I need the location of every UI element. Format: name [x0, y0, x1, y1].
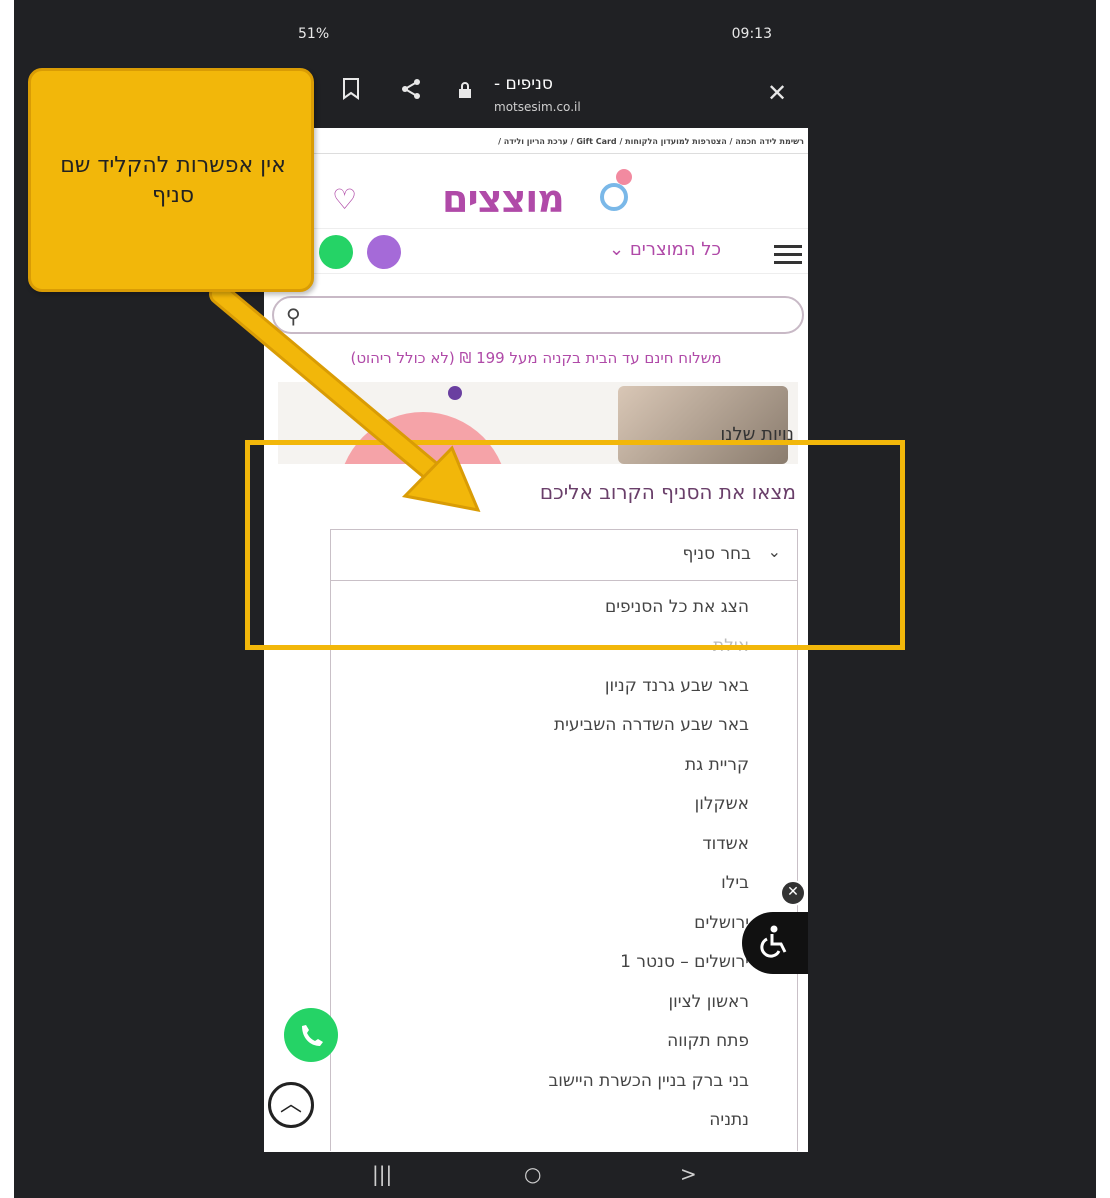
branch-option[interactable]: ראשון לציון — [331, 983, 797, 1023]
back-icon[interactable]: > — [680, 1162, 697, 1186]
search-input[interactable]: ⚲ — [272, 296, 804, 334]
lock-icon — [450, 78, 480, 108]
site-header: ♡ מוצצים — [264, 155, 808, 225]
callout-text: אין אפשרות להקליד שם סניף — [60, 153, 286, 208]
wheelchair-icon — [760, 925, 787, 958]
shipping-notice: משלוח חינם עד הבית בקניה מעל 199 ₪ (לא כ… — [350, 349, 722, 367]
page-domain: motsesim.co.il — [494, 100, 581, 114]
banner-dot — [448, 386, 462, 400]
breadcrumb[interactable]: רשימת לידה חכמה / הצטרפות למועדון הלקוחו… — [264, 130, 808, 154]
share-icon[interactable] — [396, 78, 426, 108]
branch-option[interactable]: ירושלים — [331, 904, 797, 944]
branch-option[interactable]: קריית גת — [331, 746, 797, 786]
site-logo[interactable]: מוצצים — [442, 177, 565, 221]
branch-option[interactable]: אשדוד — [331, 825, 797, 865]
branch-option[interactable]: נתניה — [331, 1101, 797, 1141]
branch-option[interactable]: באר שבע השדרה השביעית — [331, 706, 797, 746]
branch-dropdown-list: הצג את כל הסניפים אילת באר שבע גרנד קניו… — [330, 581, 798, 1151]
all-products-menu[interactable]: כל המוצרים ⌄ — [609, 239, 721, 260]
page-title: סניפים - — [494, 74, 553, 94]
recent-apps-icon[interactable]: ||| — [372, 1162, 392, 1186]
browser-url-bar: סניפים - motsesim.co.il ✕ — [264, 64, 808, 128]
close-icon[interactable]: ✕ — [762, 78, 792, 108]
branch-option[interactable]: פתח תקווה — [331, 1022, 797, 1062]
branch-option[interactable]: ירושלים – סנטר 1 — [331, 943, 797, 983]
clock: 09:13 — [731, 26, 772, 42]
battery-level: 51% — [298, 26, 330, 42]
status-bar: 51% 09:13 — [264, 0, 808, 64]
accessibility-button[interactable] — [742, 912, 808, 974]
search-icon: ⚲ — [286, 304, 301, 328]
hamburger-menu-icon[interactable] — [774, 245, 802, 264]
annotation-highlight-box — [245, 440, 905, 650]
bookmark-icon[interactable] — [336, 78, 366, 108]
scroll-to-top-button[interactable]: ︿ — [268, 1082, 314, 1128]
branch-option[interactable]: בילו — [331, 864, 797, 904]
home-icon[interactable]: ○ — [524, 1162, 541, 1186]
branch-option[interactable]: אשקלון — [331, 785, 797, 825]
all-products-label: כל המוצרים — [629, 239, 721, 260]
system-nav-bar: ||| ○ > — [264, 1152, 808, 1198]
annotation-callout: אין אפשרות להקליד שם סניף — [28, 68, 314, 292]
close-icon[interactable]: ✕ — [780, 880, 806, 906]
branch-option[interactable]: בני ברק בניין הכשרת היישוב — [331, 1062, 797, 1102]
nav-row: כל המוצרים ⌄ — [264, 228, 808, 274]
pacifier-icon — [600, 169, 632, 211]
phone-call-icon[interactable] — [367, 235, 401, 269]
whatsapp-icon[interactable] — [319, 235, 353, 269]
whatsapp-icon[interactable] — [284, 1008, 338, 1062]
heart-icon[interactable]: ♡ — [332, 183, 357, 216]
branch-option[interactable]: באר שבע גרנד קניון — [331, 667, 797, 707]
